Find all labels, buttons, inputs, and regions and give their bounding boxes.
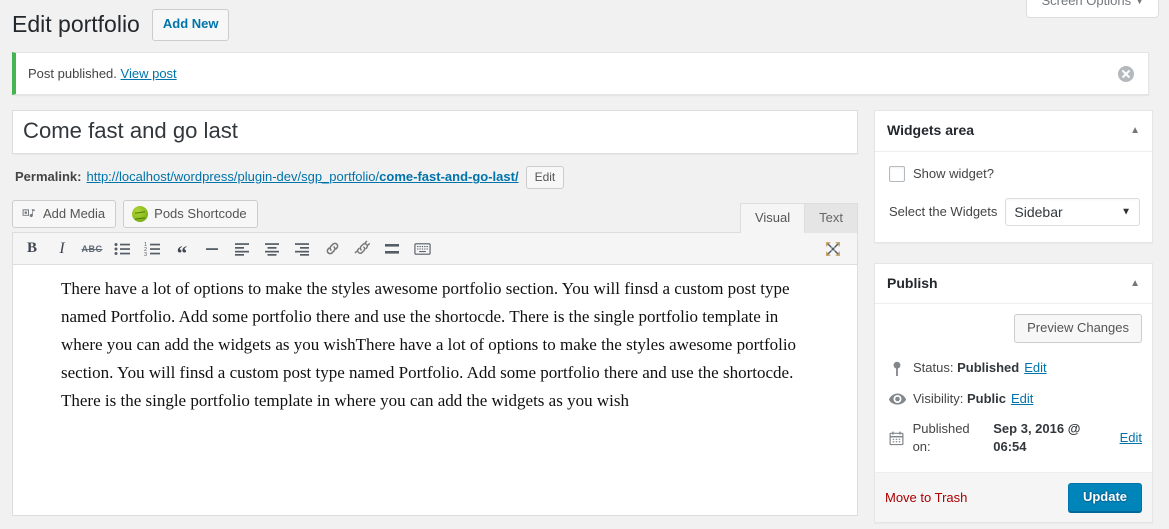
select-widgets-row: Select the Widgets Sidebar ▼ [889, 197, 1140, 226]
add-media-icon [21, 206, 37, 222]
blockquote-icon[interactable]: “ [168, 236, 196, 263]
publish-body: Preview Changes Status: Published Edit V… [875, 304, 1152, 523]
edit-published-date-link[interactable]: Edit [1120, 429, 1142, 447]
permalink-slug: come-fast-and-go-last/ [379, 169, 519, 185]
post-content-editor[interactable]: There have a lot of options to make the … [13, 265, 857, 516]
widgets-area-body: Show widget? Select the Widgets Sidebar … [875, 152, 1152, 242]
align-center-icon[interactable] [258, 236, 286, 262]
minor-publishing-actions: Preview Changes Status: Published Edit V… [875, 304, 1152, 474]
select-widgets-dropdown[interactable]: Sidebar ▼ [1005, 197, 1140, 226]
collapse-up-icon[interactable]: ▲ [1130, 126, 1140, 136]
visibility-row: Visibility: Public Edit [885, 384, 1142, 414]
notice-message: Post published. [28, 65, 117, 81]
post-content-paragraph: There have a lot of options to make the … [61, 279, 797, 411]
screen-meta-links: Screen Options ▼ [1026, 0, 1159, 19]
italic-icon[interactable]: I [48, 236, 76, 262]
wp-admin-edit-post-screen: Screen Options ▼ Edit portfolio Add New P… [0, 0, 1169, 529]
post-title-input[interactable] [13, 111, 857, 154]
svg-text:3: 3 [144, 252, 147, 257]
notice-dismiss-button[interactable] [1118, 64, 1138, 84]
post-status-value: Published [957, 360, 1020, 376]
publish-title: Publish [887, 274, 938, 291]
strikethrough-icon[interactable]: ABC [78, 236, 106, 262]
post-status-row: Status: Published Edit [885, 353, 1142, 383]
permalink-label: Permalink: [15, 169, 82, 185]
post-body-content: Permalink: http://localhost/wordpress/pl… [12, 110, 858, 517]
toolbar-toggle-icon[interactable] [408, 236, 436, 262]
horizontal-rule-icon[interactable] [198, 236, 226, 262]
widgets-area-header[interactable]: Widgets area ▲ [875, 111, 1152, 152]
major-publishing-actions: Move to Trash Update [875, 473, 1152, 523]
edit-status-link[interactable]: Edit [1024, 359, 1046, 377]
chevron-down-icon: ▼ [1135, 0, 1144, 6]
preview-row: Preview Changes [885, 314, 1142, 344]
visibility-label: Visibility: [913, 390, 964, 406]
add-new-button[interactable]: Add New [151, 9, 230, 41]
post-body-columns: Permalink: http://localhost/wordpress/pl… [0, 110, 1169, 529]
show-widget-label[interactable]: Show widget? [913, 166, 994, 181]
permalink-base: http://localhost/wordpress/plugin-dev/sg… [86, 169, 380, 185]
chevron-down-icon: ▼ [1121, 206, 1131, 218]
bold-icon[interactable]: B [18, 236, 46, 262]
move-to-trash-link[interactable]: Move to Trash [885, 490, 967, 505]
media-buttons: Add Media Pods Shortcode [12, 200, 258, 232]
page-title: Edit portfolio [12, 11, 140, 38]
screen-options-label: Screen Options [1041, 0, 1132, 8]
select-widgets-value: Sidebar [1014, 203, 1063, 220]
view-post-link[interactable]: View post [121, 66, 177, 81]
permalink-link[interactable]: http://localhost/wordpress/plugin-dev/sg… [86, 165, 518, 189]
align-left-icon[interactable] [228, 236, 256, 262]
post-published-notice: Post published. View post [12, 51, 1149, 96]
numbered-list-icon[interactable]: 1 2 3 [138, 236, 166, 262]
visibility-value: Public [966, 390, 1006, 406]
pods-logo-icon [132, 206, 149, 223]
publish-postbox: Publish ▲ Preview Changes Status: Publis… [874, 262, 1153, 524]
page-header: Edit portfolio Add New [0, 0, 1169, 47]
publish-header[interactable]: Publish ▲ [875, 264, 1152, 305]
published-on-value: Sep 3, 2016 @ 06:54 [993, 420, 1081, 455]
add-media-label: Add Media [43, 206, 106, 222]
published-on-row: Published on: Sep 3, 2016 @ 06:54 Edit [885, 414, 1142, 462]
title-wrapper [12, 110, 858, 155]
bulleted-list-icon[interactable] [108, 236, 136, 262]
editor-toolbar: B I ABC 1 2 3 “ [13, 233, 857, 266]
select-widgets-label: Select the Widgets [889, 204, 998, 220]
show-widget-row: Show widget? [889, 165, 1140, 182]
tab-text[interactable]: Text [804, 203, 858, 234]
edit-permalink-button[interactable]: Edit [525, 165, 565, 189]
editor-top-row: Add Media Pods Shortcode Visual Text [12, 200, 858, 234]
collapse-up-icon[interactable]: ▲ [1130, 278, 1140, 289]
widgets-area-title: Widgets area [887, 122, 975, 139]
update-button[interactable]: Update [1067, 483, 1142, 513]
pods-shortcode-button[interactable]: Pods Shortcode [123, 200, 258, 229]
remove-link-icon[interactable] [348, 236, 376, 262]
editor-mode-tabs: Visual Text [739, 202, 858, 234]
close-circle-icon [1118, 65, 1134, 82]
post-status-label: Status: [913, 360, 954, 376]
tab-visual[interactable]: Visual [739, 203, 806, 234]
visibility-eye-icon [887, 393, 907, 405]
distraction-free-mode-icon[interactable] [819, 236, 847, 262]
post-sidebar: Widgets area ▲ Show widget? Select the W… [874, 110, 1153, 529]
insert-link-icon[interactable] [318, 236, 346, 262]
edit-visibility-link[interactable]: Edit [1011, 390, 1033, 408]
notice-text: Post published. View post [28, 64, 1110, 84]
preview-changes-button[interactable]: Preview Changes [1014, 314, 1142, 344]
align-right-icon[interactable] [288, 236, 316, 262]
pods-shortcode-label: Pods Shortcode [154, 206, 247, 222]
screen-options-button[interactable]: Screen Options ▼ [1026, 0, 1159, 19]
add-media-button[interactable]: Add Media [12, 200, 117, 229]
post-status-pin-icon [887, 361, 907, 377]
permalink-row: Permalink: http://localhost/wordpress/pl… [15, 165, 858, 189]
widgets-area-postbox: Widgets area ▲ Show widget? Select the W… [874, 110, 1153, 243]
insert-read-more-icon[interactable] [378, 236, 406, 262]
calendar-icon [887, 430, 907, 446]
published-on-label: Published on: [912, 420, 970, 455]
editor-container: B I ABC 1 2 3 “ There have a lot of opti… [12, 232, 858, 517]
show-widget-checkbox[interactable] [889, 165, 905, 182]
